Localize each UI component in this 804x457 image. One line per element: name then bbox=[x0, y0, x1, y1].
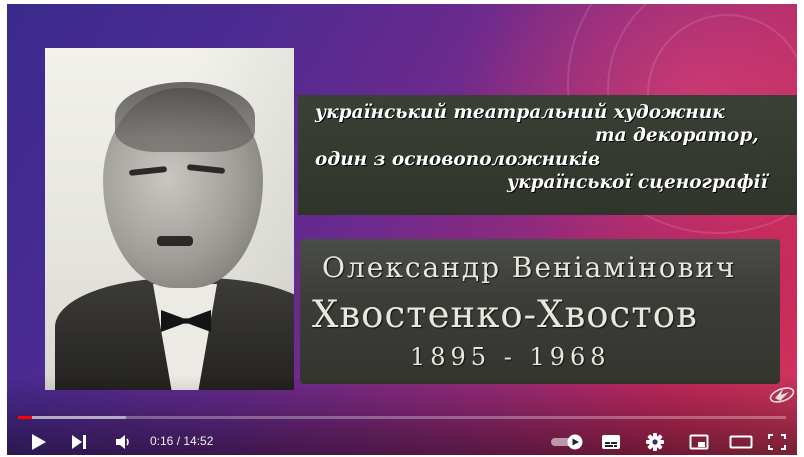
name-plate: Олександр Веніамінович Хвостенко-Хвостов… bbox=[300, 239, 780, 384]
subtitles-icon bbox=[602, 435, 620, 449]
theater-mode-button[interactable] bbox=[727, 430, 755, 454]
time-display: 0:16 / 14:52 bbox=[150, 434, 213, 448]
autoplay-toggle-icon bbox=[551, 434, 583, 450]
next-button[interactable] bbox=[67, 430, 91, 454]
theater-mode-icon bbox=[729, 435, 753, 449]
progress-played bbox=[18, 416, 32, 419]
miniplayer-icon bbox=[689, 434, 709, 450]
current-time: 0:16 bbox=[150, 434, 174, 448]
fullscreen-icon bbox=[768, 434, 786, 450]
gear-icon bbox=[646, 433, 664, 451]
duration: 14:52 bbox=[183, 434, 214, 448]
volume-icon bbox=[116, 435, 129, 449]
subtitles-button[interactable] bbox=[599, 430, 623, 454]
plate-first-name: Олександр Веніамінович bbox=[322, 251, 737, 284]
plate-years: 1895 - 1968 bbox=[410, 343, 611, 371]
autoplay-toggle[interactable] bbox=[550, 430, 584, 454]
miniplayer-button[interactable] bbox=[687, 430, 711, 454]
subtitle-line-3: один з основоположників bbox=[315, 149, 601, 170]
fullscreen-button[interactable] bbox=[765, 430, 789, 454]
time-separator: / bbox=[173, 434, 184, 448]
play-icon bbox=[32, 434, 46, 450]
progress-buffered bbox=[18, 416, 126, 419]
volume-button[interactable] bbox=[111, 430, 135, 454]
play-button[interactable] bbox=[27, 430, 51, 454]
next-icon bbox=[72, 435, 86, 449]
plate-surname: Хвостенко-Хвостов bbox=[312, 293, 698, 336]
portrait-photo bbox=[45, 48, 294, 390]
subtitle-line-1: український театральний художник bbox=[315, 102, 725, 123]
subtitle-line-4: української сценографії bbox=[507, 172, 768, 193]
subtitle-line-2: та декоратор, bbox=[595, 125, 759, 146]
progress-bar[interactable] bbox=[18, 416, 786, 419]
settings-button[interactable] bbox=[643, 430, 667, 454]
video-player[interactable]: український театральний художник та деко… bbox=[7, 4, 797, 455]
